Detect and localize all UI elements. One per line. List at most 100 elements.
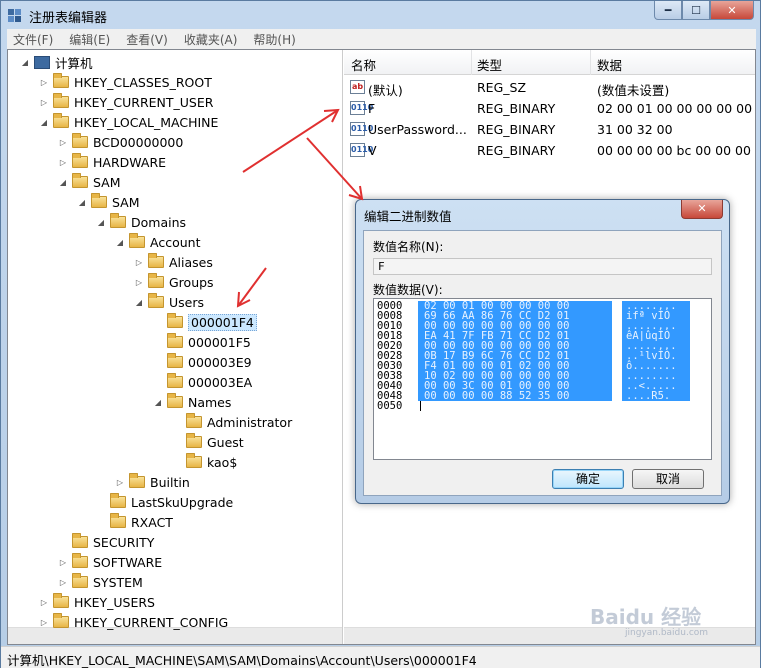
expand-toggle-icon[interactable]: ▷ — [39, 598, 49, 607]
expand-toggle-icon[interactable]: ◢ — [39, 118, 49, 127]
expand-toggle-icon[interactable]: ◢ — [20, 58, 30, 67]
tree-node-label: 000003E9 — [188, 354, 252, 370]
hex-ascii[interactable]: ....R5. — [622, 391, 690, 401]
minimize-button[interactable]: ━ — [654, 1, 682, 20]
expand-toggle-icon[interactable]: ▷ — [58, 578, 68, 587]
folder-icon — [110, 513, 126, 528]
tree-node[interactable]: ▷ HARDWARE — [58, 152, 166, 172]
dialog-body: 数值名称(N): F 数值数据(V): 0000 02 00 01 00 00 0… — [363, 230, 722, 496]
cancel-button[interactable]: 取消 — [632, 469, 704, 489]
tree-node[interactable]: ▷ HKEY_CURRENT_USER — [39, 92, 213, 112]
value-row[interactable]: 01​10 F REG_BINARY 02 00 01 00 00 00 00 00 … — [344, 98, 755, 119]
tree-node-label: Administrator — [207, 414, 293, 430]
expand-toggle-icon[interactable]: ▷ — [115, 478, 125, 487]
tree-node[interactable]: Administrator — [172, 412, 292, 432]
folder-icon — [148, 253, 164, 268]
tree-node[interactable]: 000001F5 — [153, 332, 251, 352]
menu-file[interactable]: 文件(F) — [7, 31, 59, 48]
tree-node[interactable]: 000001F4 — [153, 312, 257, 332]
maximize-button[interactable]: ☐ — [682, 1, 710, 20]
regedit-app-icon — [8, 9, 21, 22]
tree-node-label: Groups — [169, 274, 214, 290]
column-header-data[interactable]: 数据 — [597, 55, 622, 74]
tree-node[interactable]: ◢ Domains — [96, 212, 186, 232]
tree-node[interactable]: 000003EA — [153, 372, 252, 392]
tree-node[interactable]: ◢ Account — [115, 232, 200, 252]
column-header-name[interactable]: 名称 — [351, 55, 376, 74]
expand-toggle-icon[interactable]: ▷ — [39, 78, 49, 87]
tree-node[interactable]: ◢ 计算机 — [20, 52, 93, 72]
tree-node-label: LastSkuUpgrade — [131, 494, 234, 510]
folder-icon — [129, 233, 145, 248]
tree-node-label: Names — [188, 394, 232, 410]
tree-node-label: Account — [150, 234, 201, 250]
value-row[interactable]: ab (默认) REG_SZ (数值未设置) — [344, 77, 755, 98]
watermark-url: jingyan.baidu.com — [625, 628, 709, 638]
status-bar: 计算机\HKEY_LOCAL_MACHINE\SAM\SAM\Domains\A… — [1, 646, 760, 668]
tree-node[interactable]: LastSkuUpgrade — [96, 492, 233, 512]
tree-node[interactable]: ▷ HKEY_USERS — [39, 592, 155, 612]
dialog-close-button[interactable]: ✕ — [681, 200, 723, 219]
tree-node[interactable]: ◢ SAM — [77, 192, 140, 212]
expand-toggle-icon[interactable]: ▷ — [39, 618, 49, 627]
tree-node[interactable]: RXACT — [96, 512, 173, 532]
expand-toggle-icon[interactable]: ▷ — [39, 98, 49, 107]
folder-icon — [167, 333, 183, 348]
tree-node[interactable]: ◢ Names — [153, 392, 231, 412]
close-button[interactable]: ✕ — [710, 1, 754, 20]
tree-node[interactable]: ▷ Aliases — [134, 252, 213, 272]
expand-toggle-icon[interactable]: ▷ — [58, 558, 68, 567]
tree-node[interactable]: ◢ HKEY_LOCAL_MACHINE — [39, 112, 218, 132]
tree-node[interactable]: kao$ — [172, 452, 237, 472]
expand-toggle-icon[interactable]: ◢ — [153, 398, 163, 407]
tree-node[interactable]: ◢ SAM — [58, 172, 121, 192]
expand-toggle-icon[interactable]: ▷ — [58, 158, 68, 167]
tree-node[interactable]: ▷ Builtin — [115, 472, 190, 492]
hex-bytes[interactable]: 00 00 00 00 88 52 35 00 — [418, 391, 612, 401]
tree-node[interactable]: SECURITY — [58, 532, 154, 552]
folder-icon — [186, 453, 202, 468]
hex-editor[interactable]: 0000 02 00 01 00 00 00 00 00........ 0008 6… — [373, 298, 712, 460]
tree-node-label: SOFTWARE — [93, 554, 163, 570]
window-title: 注册表编辑器 — [29, 11, 108, 26]
tree-node[interactable]: ▷ SOFTWARE — [58, 552, 162, 572]
tree-node[interactable]: ◢ Users — [134, 292, 204, 312]
tree-node[interactable]: ▷ Groups — [134, 272, 214, 292]
expand-toggle-icon[interactable]: ◢ — [115, 238, 125, 247]
expand-toggle-icon[interactable]: ◢ — [77, 198, 87, 207]
expand-toggle-icon[interactable]: ▷ — [134, 258, 144, 267]
tree-node-label: HKEY_LOCAL_MACHINE — [74, 114, 219, 130]
tree-node[interactable]: ▷ HKEY_CLASSES_ROOT — [39, 72, 212, 92]
value-data: 31 00 32 00 — [597, 122, 673, 137]
expand-toggle-icon[interactable]: ▷ — [58, 138, 68, 147]
menu-view[interactable]: 查看(V) — [120, 31, 174, 48]
value-row[interactable]: 01​10 UserPassword... REG_BINARY 31 00 32 0… — [344, 119, 755, 140]
tree-node[interactable]: ▷ BCD00000000 — [58, 132, 183, 152]
expand-toggle-icon[interactable]: ◢ — [134, 298, 144, 307]
binary-value-icon: 01​10 — [350, 101, 373, 115]
menu-favorites[interactable]: 收藏夹(A) — [178, 31, 244, 48]
folder-icon — [148, 273, 164, 288]
folder-icon — [72, 573, 88, 588]
folder-icon — [167, 393, 183, 408]
ok-button[interactable]: 确定 — [552, 469, 624, 489]
tree-node-label: Builtin — [150, 474, 190, 490]
value-row[interactable]: 01​10 V REG_BINARY 00 00 00 00 bc 00 00 00 … — [344, 140, 755, 161]
value-type: REG_BINARY — [477, 143, 556, 158]
folder-icon — [53, 593, 69, 608]
expand-toggle-icon[interactable]: ▷ — [134, 278, 144, 287]
tree-node[interactable]: ▷ SYSTEM — [58, 572, 143, 592]
tree-node[interactable]: ▷ HKEY_CURRENT_CONFIG — [39, 612, 228, 632]
tree-node-label: HKEY_CURRENT_USER — [74, 94, 214, 110]
column-header-type[interactable]: 类型 — [477, 55, 502, 74]
folder-icon — [167, 313, 183, 328]
title-bar[interactable]: 注册表编辑器 ━ ☐ ✕ — [1, 1, 760, 29]
menu-help[interactable]: 帮助(H) — [247, 31, 301, 48]
tree-node-label: 000001F5 — [188, 334, 251, 350]
tree-node[interactable]: Guest — [172, 432, 244, 452]
menu-edit[interactable]: 编辑(E) — [63, 31, 116, 48]
key-tree-pane[interactable]: ◢ 计算机 ▷ HKEY_CLASSES_ROOT ▷ HKEY_CURRENT_USER… — [8, 50, 343, 644]
expand-toggle-icon[interactable]: ◢ — [96, 218, 106, 227]
expand-toggle-icon[interactable]: ◢ — [58, 178, 68, 187]
tree-node[interactable]: 000003E9 — [153, 352, 252, 372]
